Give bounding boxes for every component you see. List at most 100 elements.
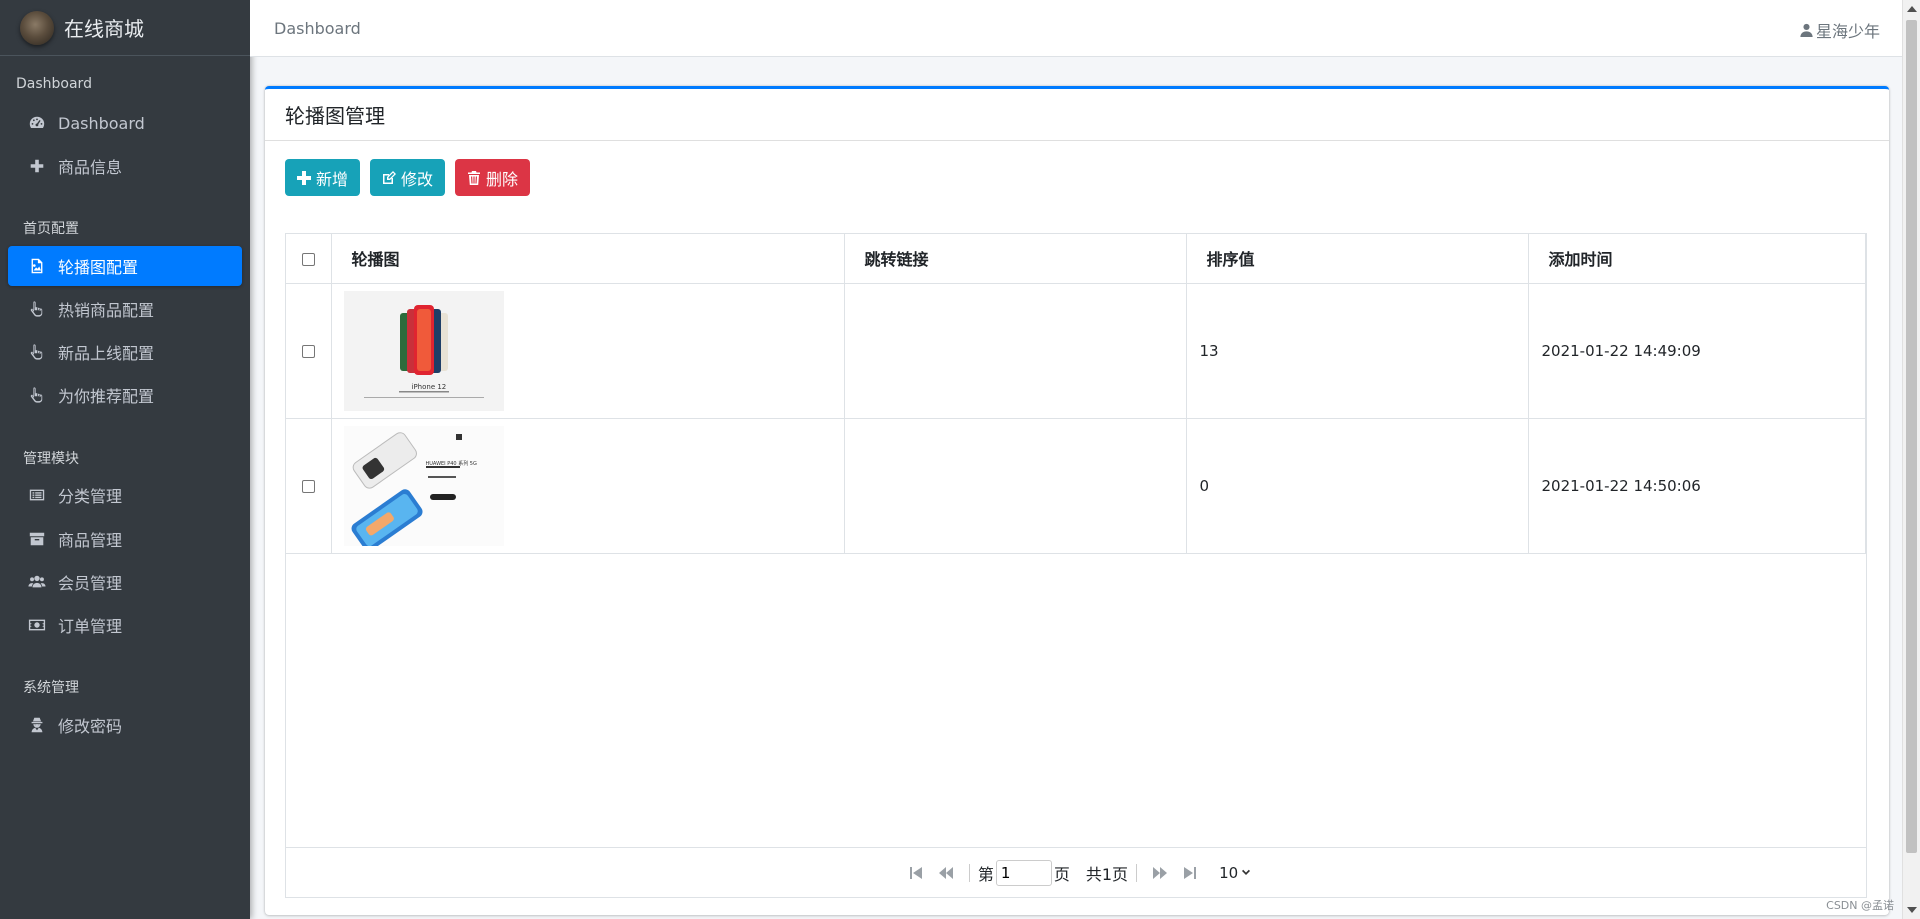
sidebar-item-label: 修改密码 [58,717,123,736]
pagination: 第 页 共1页 10 [286,847,1866,897]
sidebar-item-recommend-config[interactable]: 为你推荐配置 [8,375,242,415]
watermark: CSDN @孟诺 [1826,899,1894,912]
sidebar-item-label: 商品管理 [58,531,123,550]
select-all-cell [286,234,332,284]
carousel-image-huawei: HUAWEI P40 系列 5G [343,425,504,546]
step-backward-icon [909,866,922,879]
sidebar-item-dashboard[interactable]: Dashboard [8,103,242,143]
sidebar-item-product-info[interactable]: 商品信息 [8,146,242,186]
archive-icon [26,528,48,550]
column-header-image[interactable]: 轮播图 [331,234,845,284]
brand-logo [20,10,54,45]
sidebar-item-label: 订单管理 [58,617,123,636]
created-time-cell: 2021-01-22 14:50:06 [1528,418,1866,554]
page-number-input[interactable] [995,859,1052,886]
page-suffix: 页 [1053,864,1070,884]
page-title: 轮播图管理 [285,104,385,128]
table-row[interactable]: HUAWEI P40 系列 5G 0 2021-01-22 14:50:06 [286,418,1866,554]
sidebar-item-order-management[interactable]: 订单管理 [8,605,242,645]
total-pages: 共1页 [1085,864,1129,884]
sidebar-item-label: 轮播图配置 [58,258,139,277]
sidebar-item-label: 热销商品配置 [58,301,155,320]
sidebar-item-label: 为你推荐配置 [58,387,155,406]
breadcrumb[interactable]: Dashboard [274,19,361,38]
brand[interactable]: 在线商城 [0,0,250,56]
user-icon [1800,23,1813,37]
sidebar-item-product-management[interactable]: 商品管理 [8,519,242,559]
sidebar-item-carousel-config[interactable]: 轮播图配置 [8,246,242,286]
toolbar: 新增 修改 删除 [285,159,531,196]
add-button[interactable]: 新增 [285,159,361,196]
sidebar-item-label: 新品上线配置 [58,344,155,363]
row-checkbox[interactable] [301,479,315,493]
hand-pointer-icon [26,341,48,363]
scroll-down-arrow-icon[interactable] [1907,907,1917,913]
chevron-down-icon [1242,869,1251,875]
sort-cell: 0 [1186,418,1529,554]
users-icon [26,571,48,593]
image-caption: HUAWEI P40 系列 5G [425,460,477,467]
page-prefix: 第 [977,864,994,884]
sidebar-item-label: 分类管理 [58,487,123,506]
backward-icon [938,866,953,879]
row-checkbox[interactable] [301,344,315,358]
sidebar-item-label: Dashboard [58,113,145,133]
first-page-button[interactable] [905,862,927,884]
select-all-checkbox[interactable] [301,252,315,266]
carousel-management-card: 轮播图管理 新增 修改 删除 轮播图 跳转链接 排序值 添加时间 iPhone … [265,86,1889,915]
plus-icon [297,170,311,185]
sort-cell: 13 [1186,283,1529,419]
user-menu[interactable]: 星海少年 [1800,18,1880,42]
username: 星海少年 [1815,22,1880,41]
brand-title: 在线商城 [64,17,144,41]
sidebar-item-label: 商品信息 [58,158,123,177]
edit-button-label: 修改 [401,171,434,189]
pager-divider [1136,863,1138,882]
tachometer-icon [26,112,48,134]
next-page-button[interactable] [1149,862,1171,884]
sidebar-item-hot-sale-config[interactable]: 热销商品配置 [8,289,242,329]
edit-icon [383,170,397,184]
carousel-image-iphone: iPhone 12 [343,290,504,411]
link-cell [844,418,1187,554]
trash-icon [468,170,481,185]
user-secret-icon [26,714,48,736]
column-header-created-time[interactable]: 添加时间 [1528,234,1866,284]
list-alt-icon [26,484,48,506]
image-icon [26,255,48,277]
sidebar-item-label: 会员管理 [58,574,123,593]
delete-button-label: 删除 [486,171,519,189]
page-size-value: 10 [1219,863,1239,882]
column-header-link[interactable]: 跳转链接 [844,234,1187,284]
link-cell [844,283,1187,419]
sidebar-item-member-management[interactable]: 会员管理 [8,562,242,602]
carousel-table: 轮播图 跳转链接 排序值 添加时间 iPhone 12 13 2021-01-2… [285,233,1867,898]
scrollbar-thumb[interactable] [1906,20,1917,853]
hand-pointer-icon [26,384,48,406]
table-header-row: 轮播图 跳转链接 排序值 添加时间 [286,234,1866,284]
sidebar-item-category-management[interactable]: 分类管理 [8,475,242,515]
sidebar-item-change-password[interactable]: 修改密码 [8,705,242,745]
table-row[interactable]: iPhone 12 13 2021-01-22 14:49:09 [286,283,1866,419]
last-page-button[interactable] [1179,862,1201,884]
edit-button[interactable]: 修改 [370,159,446,196]
image-caption: iPhone 12 [411,382,447,391]
sidebar: 在线商城 Dashboard Dashboard 商品信息 首页配置 轮播图配置… [0,0,250,919]
nav-header-management: 管理模块 [23,451,79,467]
top-navbar: Dashboard 星海少年 [250,0,1902,57]
hand-pointer-icon [26,298,48,320]
money-bill-icon [26,614,48,636]
nav-header-homepage-config: 首页配置 [23,221,79,237]
prev-page-button[interactable] [935,862,957,884]
image-cell: iPhone 12 [331,283,845,419]
scroll-up-arrow-icon[interactable] [1907,6,1917,12]
column-header-sort[interactable]: 排序值 [1186,234,1529,284]
vertical-scrollbar[interactable] [1902,0,1920,919]
sidebar-item-new-products-config[interactable]: 新品上线配置 [8,332,242,372]
add-button-label: 新增 [316,171,349,189]
forward-icon [1153,866,1168,879]
delete-button[interactable]: 删除 [455,159,531,196]
page-size-select[interactable]: 10 [1219,864,1251,882]
pager-divider [968,863,970,882]
card-header: 轮播图管理 [265,89,1889,141]
